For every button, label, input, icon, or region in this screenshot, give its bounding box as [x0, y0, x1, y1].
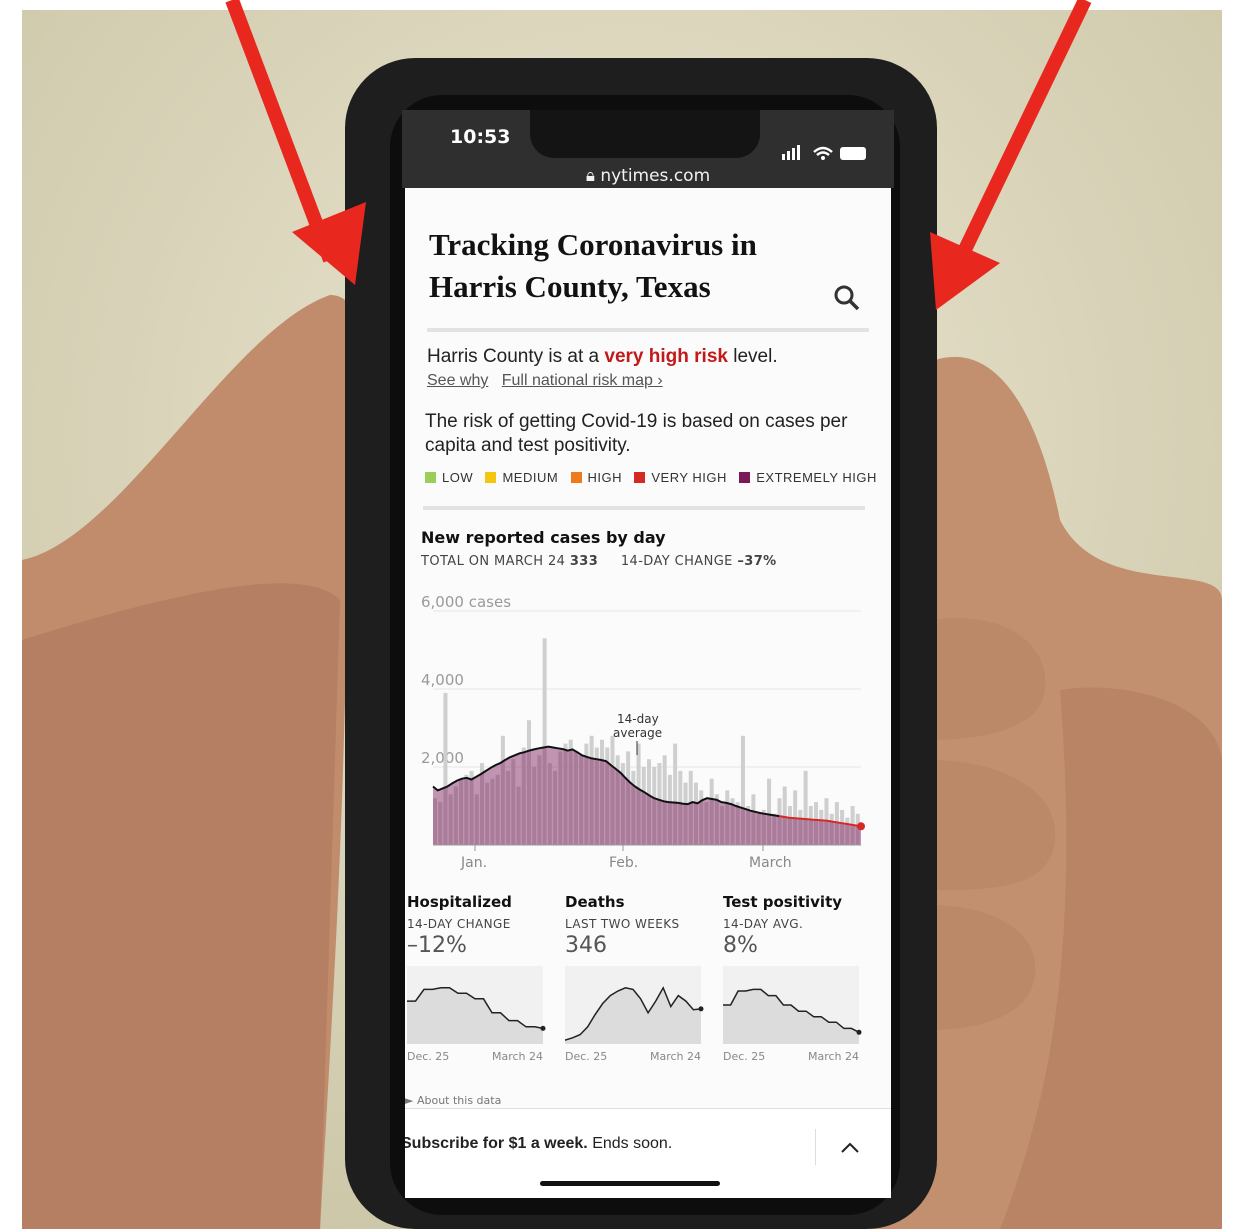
risk-links: See why Full national risk map › — [427, 372, 663, 390]
mini-chart-endpoint — [540, 1025, 546, 1031]
y-tick-label: 6,000 cases — [421, 593, 511, 611]
mini-chart-1: Deaths LAST TWO WEEKS 346 Dec. 25 March 24 — [565, 893, 715, 1062]
risk-map-link[interactable]: Full national risk map › — [502, 372, 663, 389]
mini-chart-end-label: March 24 — [492, 1050, 543, 1062]
mini-chart-value: 346 — [565, 933, 607, 958]
notch — [530, 110, 760, 158]
mini-chart-subtitle: 14-DAY AVG. — [723, 917, 804, 931]
mini-chart-plot: Dec. 25 March 24 — [723, 966, 862, 1062]
subscribe-rest: Ends soon. — [592, 1135, 673, 1152]
mini-chart-start-label: Dec. 25 — [723, 1050, 765, 1062]
subscribe-text: Subscribe for $1 a week. Ends soon. — [405, 1135, 672, 1153]
mini-chart-title: Hospitalized — [407, 893, 512, 911]
mini-chart-title: Test positivity — [723, 893, 843, 911]
y-tick-label: 2,000 — [421, 749, 464, 767]
cases-chart: 6,000 cases 4,000 2,000 14-dayaverage Jan. Fe… — [421, 593, 865, 871]
legend-medium: MEDIUM — [485, 470, 558, 485]
change-label: 14-DAY CHANGE — [620, 554, 733, 569]
about-data-link[interactable]: ► About this data — [405, 1094, 501, 1107]
title-line-1: Tracking Coronavirus in — [429, 227, 757, 262]
mini-chart-end-label: March 24 — [808, 1050, 859, 1062]
mini-chart-subtitle: 14-DAY CHANGE — [407, 917, 511, 931]
risk-level: very high risk — [604, 346, 728, 367]
mini-chart-plot: Dec. 25 March 24 — [407, 966, 546, 1062]
change-value: –37% — [737, 554, 777, 569]
legend-swatch — [425, 472, 436, 483]
wifi-icon — [813, 146, 833, 157]
cases-summary: TOTAL ON MARCH 24 333 14-DAY CHANGE –37% — [421, 554, 777, 569]
mini-chart-endpoint — [698, 1006, 704, 1012]
left-palm — [22, 583, 340, 1229]
risk-legend: LOW MEDIUM HIGH VERY HIGH EXTREMELY HIGH — [425, 470, 885, 485]
risk-explainer: The risk of getting Covid-19 is based on… — [425, 411, 848, 456]
mini-chart-value: 8% — [723, 933, 758, 958]
mini-charts: Hospitalized 14-DAY CHANGE –12% Dec. 25 Marc… — [405, 893, 891, 1093]
search-icon[interactable] — [833, 284, 861, 312]
mini-chart-plot: Dec. 25 March 24 — [565, 966, 704, 1062]
legend-very-high: VERY HIGH — [634, 470, 727, 485]
signal-icon — [782, 145, 800, 160]
home-indicator[interactable] — [540, 1181, 720, 1186]
total-value: 333 — [569, 554, 599, 569]
risk-prefix: Harris County is at a — [427, 346, 600, 367]
legend-swatch — [485, 472, 497, 483]
lock-icon: 🔒︎ — [585, 166, 601, 186]
article-page: Tracking Coronavirus in Harris County, T… — [405, 188, 891, 1198]
subscribe-bold: Subscribe for $1 a week. — [405, 1135, 588, 1152]
divider — [427, 328, 869, 332]
legend-swatch — [634, 472, 646, 483]
legend-low: LOW — [425, 470, 473, 485]
phone-screen: 10:53 🔒︎ nytimes.com Tracking Coronaviru… — [402, 110, 894, 1200]
url-text: nytimes.com — [600, 166, 711, 186]
clock: 10:53 — [450, 126, 511, 148]
x-tick-label: Feb. — [609, 855, 638, 871]
divider — [815, 1129, 816, 1165]
annotation-label: average — [613, 726, 662, 740]
mini-chart-start-label: Dec. 25 — [565, 1050, 607, 1062]
x-tick-label: Jan. — [460, 855, 487, 871]
address-bar[interactable]: 🔒︎ nytimes.com — [402, 166, 894, 186]
mini-chart-0: Hospitalized 14-DAY CHANGE –12% Dec. 25 Marc… — [407, 893, 557, 1062]
mini-chart-endpoint — [856, 1029, 862, 1035]
mini-chart-2: Test positivity 14-DAY AVG. 8% Dec. 25 March… — [723, 893, 873, 1062]
mini-chart-subtitle: LAST TWO WEEKS — [565, 917, 680, 931]
subscribe-bar[interactable]: Subscribe for $1 a week. Ends soon. — [405, 1108, 891, 1198]
legend-swatch — [739, 472, 751, 483]
legend-extremely-high: EXTREMELY HIGH — [739, 470, 877, 485]
cases-heading: New reported cases by day — [421, 528, 666, 547]
annotation-label: 14-day — [617, 712, 659, 726]
latest-point — [857, 822, 865, 831]
risk-statement: Harris County is at a very high risk lev… — [427, 346, 877, 368]
see-why-link[interactable]: See why — [427, 372, 488, 389]
divider — [423, 506, 865, 510]
legend-high: HIGH — [570, 470, 623, 485]
mini-chart-end-label: March 24 — [650, 1050, 701, 1062]
status-icons — [782, 145, 866, 160]
mini-chart-value: –12% — [407, 933, 467, 958]
risk-suffix: level. — [733, 346, 778, 367]
legend-swatch — [570, 472, 582, 483]
title-line-2: Harris County, Texas — [429, 269, 711, 304]
status-bar: 10:53 🔒︎ nytimes.com — [402, 110, 894, 188]
battery-icon — [840, 147, 866, 160]
y-tick-label: 4,000 — [421, 671, 464, 689]
mini-chart-title: Deaths — [565, 893, 625, 911]
chevron-up-icon[interactable] — [841, 1141, 859, 1153]
page-title: Tracking Coronavirus in Harris County, T… — [429, 224, 789, 308]
photo-scene: 10:53 🔒︎ nytimes.com Tracking Coronaviru… — [0, 0, 1236, 1229]
mini-chart-start-label: Dec. 25 — [407, 1050, 449, 1062]
total-label: TOTAL ON MARCH 24 — [421, 554, 566, 569]
x-tick-label: March — [749, 855, 792, 871]
